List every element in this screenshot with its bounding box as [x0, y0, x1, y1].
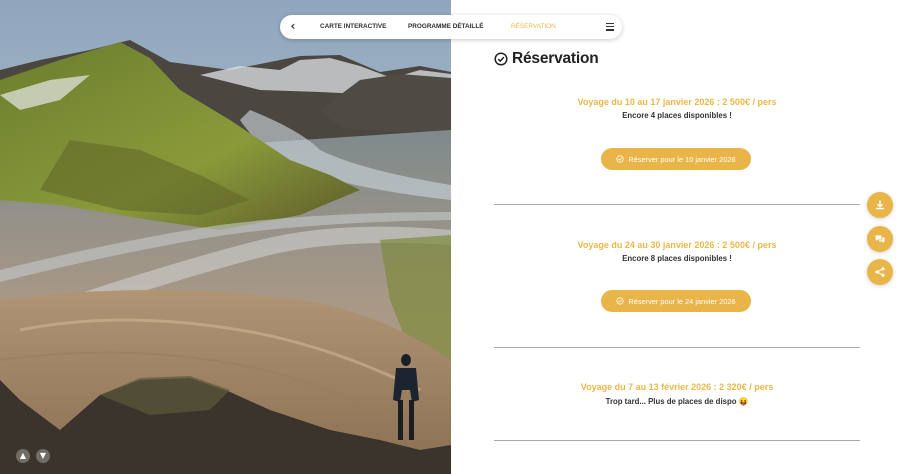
- section-heading: Réservation: [494, 50, 599, 68]
- hero-landscape-image: ▲ ▼: [0, 0, 451, 474]
- check-circle-icon: [616, 297, 624, 305]
- top-navigation-bar: ‹ CARTE INTERACTIVE PROGRAMME DÉTAILLÉ R…: [280, 15, 622, 39]
- divider: [494, 440, 860, 441]
- divider: [494, 347, 860, 348]
- chat-button[interactable]: [867, 226, 893, 252]
- arrow-down-icon[interactable]: ▼: [36, 449, 50, 463]
- trip-availability: Encore 8 places disponibles !: [622, 254, 732, 263]
- chat-icon: [875, 235, 885, 243]
- reserve-button[interactable]: Réserver pour le 10 janvier 2026: [601, 148, 751, 170]
- trip-title: Voyage du 10 au 17 janvier 2026 : 2 500€…: [577, 97, 777, 107]
- reserve-button-label: Réserver pour le 24 janvier 2026: [628, 296, 736, 306]
- divider: [494, 204, 860, 205]
- trip-availability: Encore 4 places disponibles !: [622, 111, 732, 120]
- trip-title: Voyage du 24 au 30 janvier 2026 : 2 500€…: [577, 240, 777, 250]
- tab-programme-detaille[interactable]: PROGRAMME DÉTAILLÉ: [408, 15, 484, 39]
- page-title: Réservation: [512, 50, 599, 67]
- check-circle-icon: [616, 155, 624, 163]
- trip-title: Voyage du 7 au 13 février 2026 : 2 320€ …: [580, 382, 774, 392]
- tab-reservation[interactable]: RÉSERVATION: [511, 15, 556, 39]
- check-circle-icon: [494, 52, 508, 66]
- hamburger-menu-icon[interactable]: [606, 21, 614, 33]
- chevron-left-icon[interactable]: ‹: [286, 19, 300, 35]
- trip-availability: Trop tard... Plus de places de dispo 😝: [605, 397, 749, 406]
- scroll-controls: ▲ ▼: [16, 449, 50, 463]
- download-button[interactable]: [867, 192, 893, 218]
- share-button[interactable]: [867, 259, 893, 285]
- download-icon: [876, 200, 884, 210]
- reserve-button-label: Réserver pour le 10 janvier 2026: [628, 154, 736, 164]
- tab-carte-interactive[interactable]: CARTE INTERACTIVE: [320, 15, 386, 39]
- share-icon: [875, 267, 885, 277]
- reserve-button[interactable]: Réserver pour le 24 janvier 2026: [601, 290, 751, 312]
- arrow-up-icon[interactable]: ▲: [16, 449, 30, 463]
- landscape-illustration: [0, 0, 451, 474]
